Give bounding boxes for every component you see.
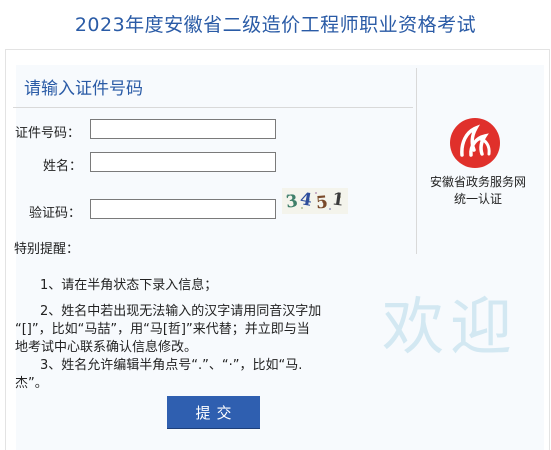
captcha-input[interactable] [90,199,276,219]
org-name-line1: 安徽省政务服务网 [429,175,526,189]
org-name-line2: 统一认证 [453,192,502,206]
note-item: “[]”，比如“马喆”，用“马[哲]”来代替；并立即与当 [15,322,310,337]
welcome-watermark: 欢迎 [382,290,519,363]
submit-button[interactable]: 提交 [167,396,260,428]
note-item: 1、请在半角状态下录入信息； [40,278,218,293]
note-item: 地考试中心联系确认信息修改。 [15,340,198,355]
notice-label: 特别提醒： [14,242,80,257]
captcha-char: 5 [315,192,329,214]
org-name: 安徽省政务服务网 统一认证 [419,174,537,208]
note-item: 3、姓名允许编辑半角点号“.”、“·”，比如“马. [40,358,303,373]
note-item: 2、姓名中若出现无法输入的汉字请用同音汉字加 [40,304,322,319]
name-input[interactable] [90,152,276,172]
heading-divider [13,107,413,108]
id-number-input[interactable] [90,119,276,139]
note-item: 杰”。 [15,376,48,391]
page-title: 2023年度安徽省二级造价工程师职业资格考试 [74,14,477,36]
anhui-gov-service-logo-icon [449,117,501,169]
login-panel [5,49,550,450]
name-label: 姓名： [43,159,83,174]
id-number-label: 证件号码： [15,126,81,141]
captcha-image[interactable]: 3 4 5 1 [282,188,348,214]
vertical-divider [416,68,417,254]
form-heading: 请输入证件号码 [24,79,143,99]
captcha-label: 验证码： [29,206,82,221]
